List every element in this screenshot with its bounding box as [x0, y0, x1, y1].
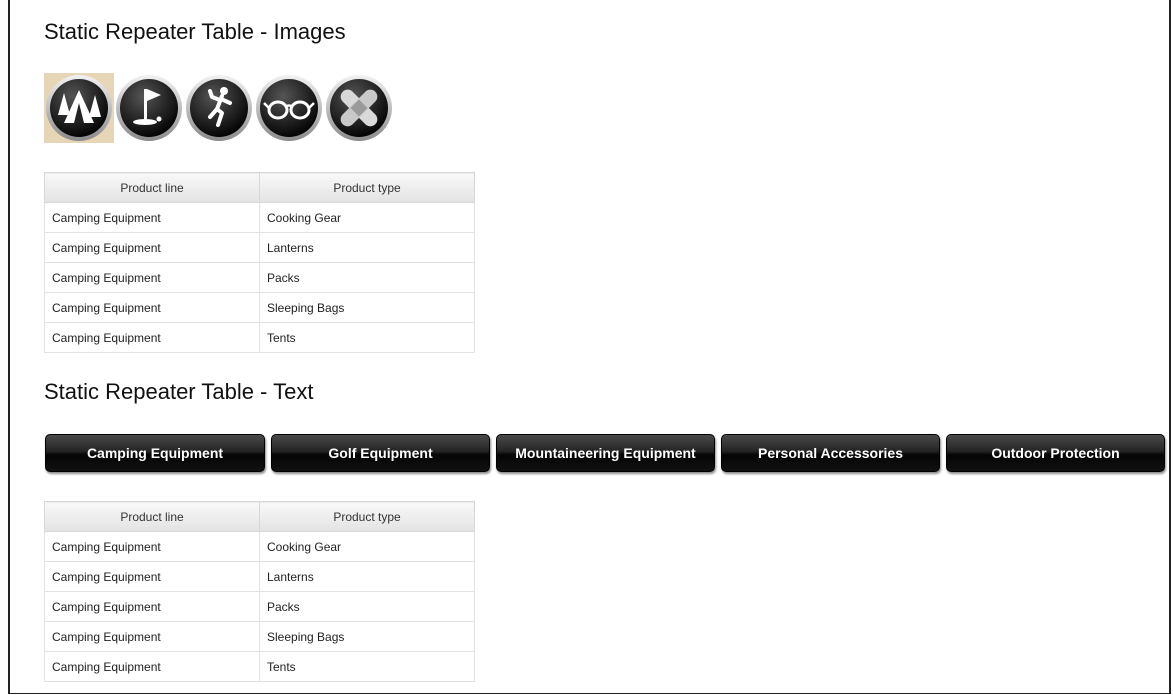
- golf-flag-icon: [116, 75, 182, 141]
- cell-product-type: Tents: [259, 322, 475, 353]
- table-row: Camping Equipment Cooking Gear: [44, 531, 475, 562]
- cell-product-line: Camping Equipment: [44, 651, 260, 682]
- cell-product-line: Camping Equipment: [44, 322, 260, 353]
- cell-product-type: Lanterns: [259, 561, 475, 592]
- column-header-product-line[interactable]: Product line: [44, 501, 260, 532]
- table-row: Camping Equipment Lanterns: [44, 232, 475, 263]
- outdoor-protection-button[interactable]: Outdoor Protection: [946, 434, 1165, 472]
- image-button-outdoor[interactable]: [324, 73, 394, 143]
- section-title-images: Static Repeater Table - Images: [44, 19, 346, 44]
- personal-accessories-button[interactable]: Personal Accessories: [721, 434, 940, 472]
- column-header-product-line[interactable]: Product line: [44, 172, 260, 203]
- cell-product-line: Camping Equipment: [44, 202, 260, 233]
- image-button-camping[interactable]: [44, 73, 114, 143]
- section-title-text: Static Repeater Table - Text: [44, 379, 314, 404]
- bandage-icon: [326, 75, 392, 141]
- camping-equipment-button[interactable]: Camping Equipment: [45, 434, 265, 472]
- cell-product-type: Cooking Gear: [259, 202, 475, 233]
- cell-product-type: Cooking Gear: [259, 531, 475, 562]
- cell-product-line: Camping Equipment: [44, 621, 260, 652]
- cell-product-line: Camping Equipment: [44, 531, 260, 562]
- cell-product-type: Sleeping Bags: [259, 621, 475, 652]
- table-row: Camping Equipment Tents: [44, 651, 475, 682]
- cell-product-line: Camping Equipment: [44, 292, 260, 323]
- glasses-icon: [256, 75, 322, 141]
- cell-product-line: Camping Equipment: [44, 232, 260, 263]
- cell-product-line: Camping Equipment: [44, 591, 260, 622]
- table-row: Camping Equipment Packs: [44, 262, 475, 293]
- cell-product-type: Tents: [259, 651, 475, 682]
- mountaineering-equipment-button[interactable]: Mountaineering Equipment: [496, 434, 715, 472]
- image-button-personal[interactable]: [254, 73, 324, 143]
- tent-icon: [46, 75, 112, 141]
- image-button-mountaineering[interactable]: [184, 73, 254, 143]
- climber-icon: [186, 75, 252, 141]
- table-row: Camping Equipment Sleeping Bags: [44, 292, 475, 323]
- column-header-product-type[interactable]: Product type: [259, 501, 475, 532]
- product-table-images: Product line Product type Camping Equipm…: [44, 172, 475, 353]
- image-button-golf[interactable]: [114, 73, 184, 143]
- product-table-text: Product line Product type Camping Equipm…: [44, 501, 475, 682]
- table-header-row: Product line Product type: [44, 172, 475, 203]
- cell-product-line: Camping Equipment: [44, 262, 260, 293]
- cell-product-line: Camping Equipment: [44, 561, 260, 592]
- cell-product-type: Sleeping Bags: [259, 292, 475, 323]
- text-button-bar: Camping Equipment Golf Equipment Mountai…: [45, 434, 1170, 472]
- table-row: Camping Equipment Packs: [44, 591, 475, 622]
- cell-product-type: Packs: [259, 262, 475, 293]
- image-button-strip: [44, 73, 394, 143]
- cell-product-type: Packs: [259, 591, 475, 622]
- cell-product-type: Lanterns: [259, 232, 475, 263]
- table-row: Camping Equipment Tents: [44, 322, 475, 353]
- table-row: Camping Equipment Cooking Gear: [44, 202, 475, 233]
- table-row: Camping Equipment Sleeping Bags: [44, 621, 475, 652]
- golf-equipment-button[interactable]: Golf Equipment: [271, 434, 490, 472]
- column-header-product-type[interactable]: Product type: [259, 172, 475, 203]
- table-header-row: Product line Product type: [44, 501, 475, 532]
- table-row: Camping Equipment Lanterns: [44, 561, 475, 592]
